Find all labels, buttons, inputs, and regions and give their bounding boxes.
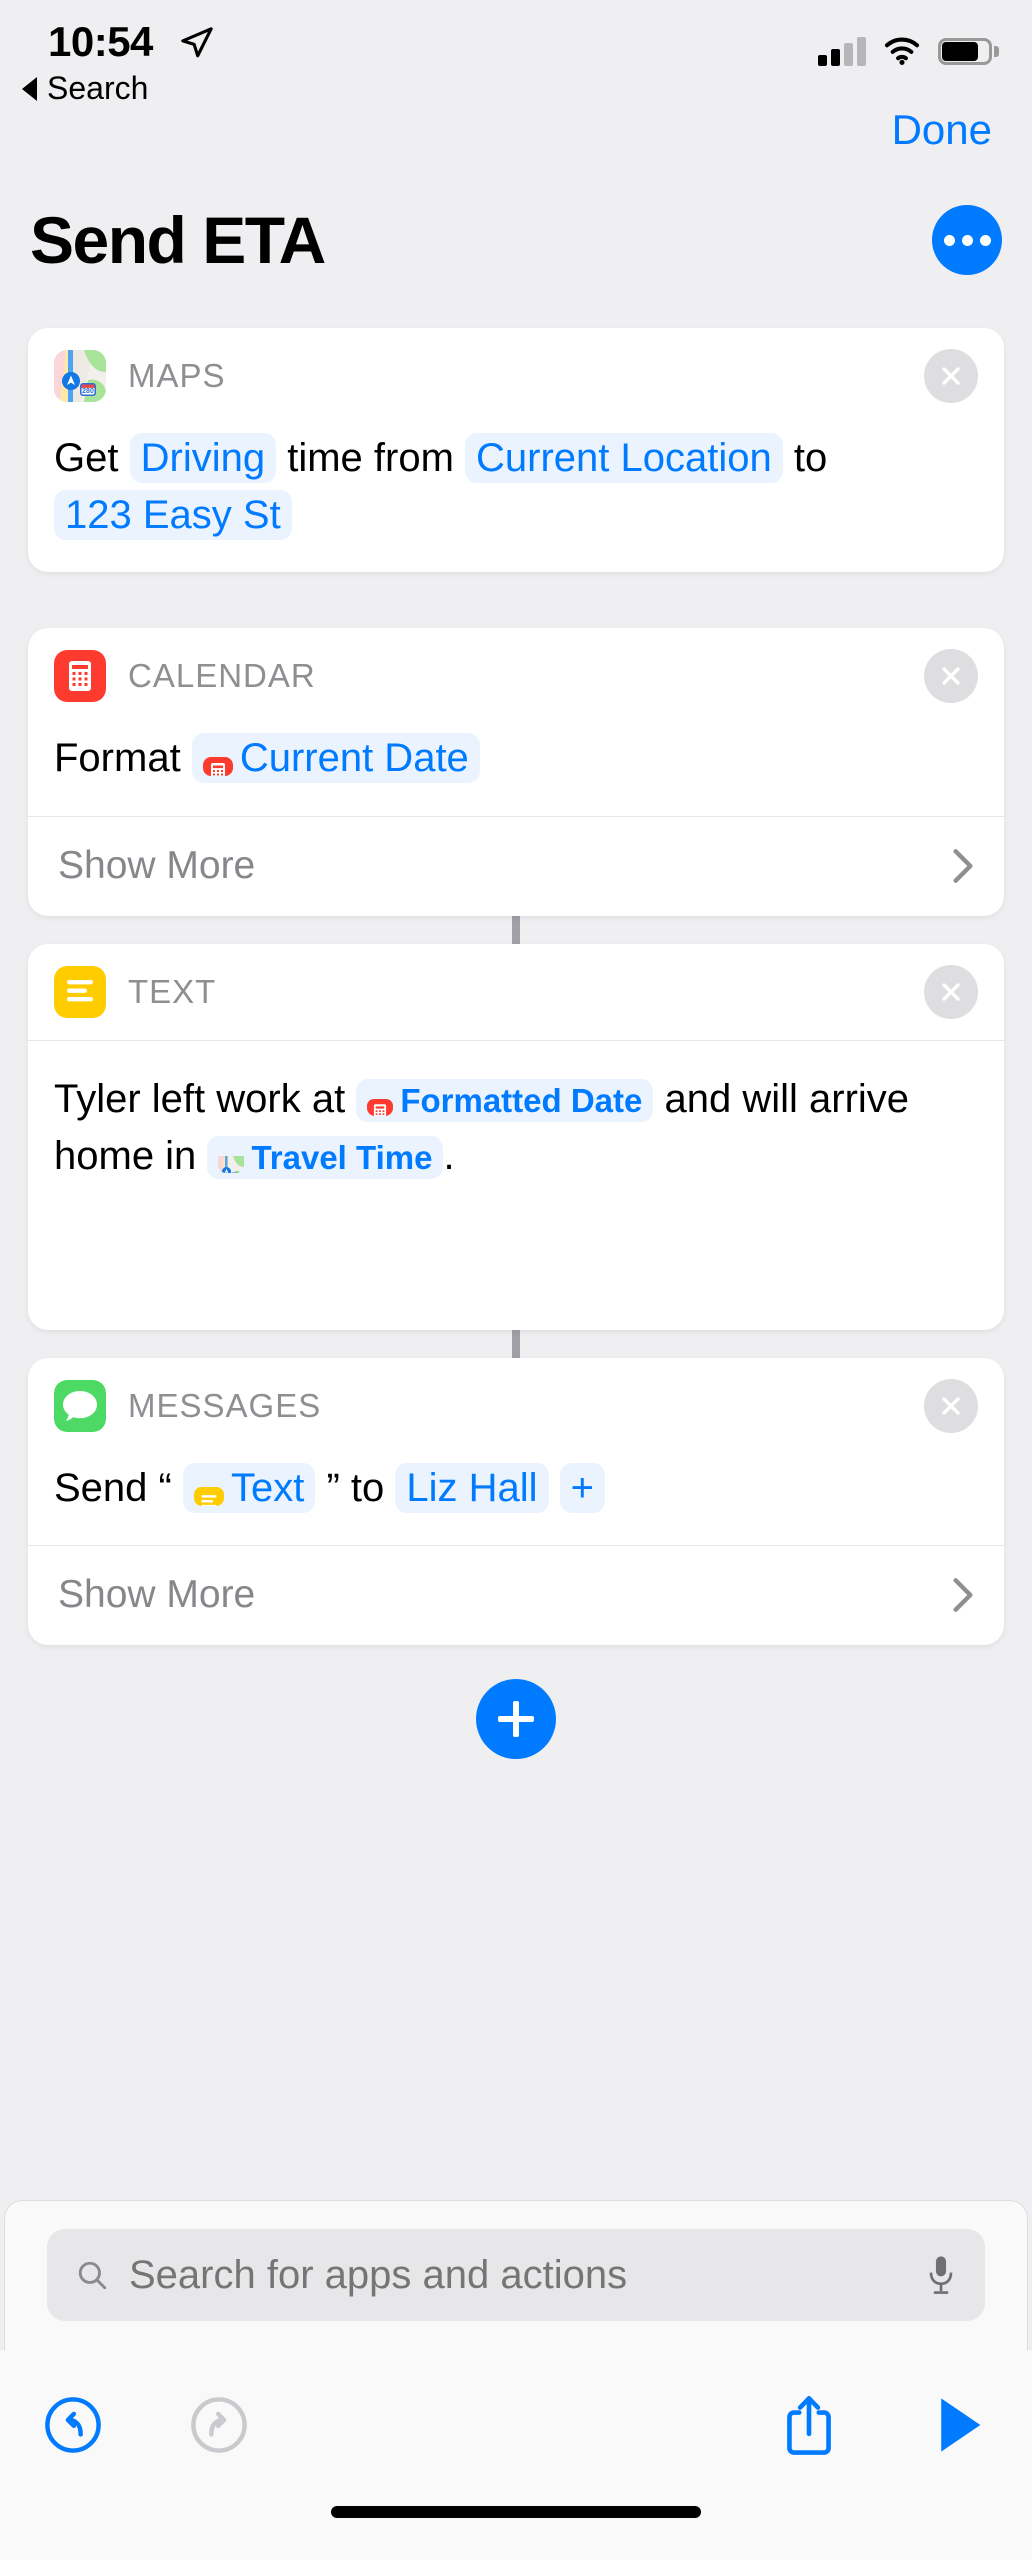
action-list: 280 MAPS Get Driving time from Current L… [0, 310, 1032, 2200]
calendar-icon [202, 746, 233, 777]
search-input[interactable] [129, 2252, 905, 2298]
maps-icon [218, 1147, 245, 1173]
status-bar: 10:54 Search [0, 0, 1032, 106]
close-icon[interactable] [924, 349, 978, 403]
action-text: . [443, 1133, 455, 1178]
back-triangle-icon [22, 76, 37, 101]
location-arrow-icon [181, 27, 213, 58]
action-card-header: 280 MAPS [28, 328, 1004, 424]
action-token-recipient[interactable]: Liz Hall [395, 1462, 549, 1513]
cellular-bars-icon [818, 36, 866, 66]
token-label: Text [230, 1465, 305, 1510]
action-text: Format [54, 736, 181, 781]
action-card-calendar[interactable]: CALENDAR Format Current Date Show More [28, 628, 1004, 916]
toolbar-left-group [44, 2393, 248, 2457]
action-app-label: TEXT [128, 972, 217, 1010]
battery-icon [938, 37, 999, 65]
title-row: Send ETA [0, 170, 1032, 310]
maps-icon: 280 [54, 350, 106, 402]
home-indicator[interactable] [331, 2506, 701, 2518]
action-card-maps[interactable]: 280 MAPS Get Driving time from Current L… [28, 328, 1004, 573]
messages-icon [54, 1379, 106, 1432]
action-token-travel-time[interactable]: Travel Time [207, 1135, 444, 1179]
navigation-bar: Done [0, 100, 1032, 170]
action-card-body[interactable]: Send “ Text ” to Liz Hall + [28, 1454, 1004, 1545]
action-text: Send “ [54, 1465, 172, 1510]
bottom-toolbar [0, 2350, 1032, 2500]
redo-icon [191, 2397, 247, 2453]
page-title: Send ETA [30, 203, 326, 277]
show-more-row[interactable]: Show More [28, 815, 1004, 916]
action-card-header: MESSAGES [28, 1358, 1004, 1454]
svg-text:280: 280 [82, 388, 94, 395]
add-action-wrap [0, 1678, 1032, 1759]
search-field[interactable] [47, 2229, 985, 2321]
add-recipient-button[interactable]: + [559, 1462, 606, 1513]
action-app-label: MESSAGES [128, 1386, 322, 1424]
action-card-body[interactable]: Tyler left work at Formatted Date and wi… [28, 1039, 1004, 1330]
ellipsis-icon [979, 234, 991, 246]
action-text: Tyler left work at [54, 1076, 346, 1121]
calendar-icon [54, 650, 106, 703]
play-icon[interactable] [930, 2393, 988, 2457]
action-token-text[interactable]: Text [182, 1462, 316, 1513]
action-connector [512, 915, 520, 944]
add-action-button[interactable] [476, 1678, 556, 1759]
text-icon [54, 965, 106, 1018]
action-token-driving[interactable]: Driving [129, 433, 277, 483]
token-label: Formatted Date [400, 1081, 643, 1119]
text-icon [193, 1476, 224, 1506]
action-connector [512, 1329, 520, 1358]
action-app-label: MAPS [128, 357, 226, 394]
share-icon[interactable] [780, 2393, 838, 2457]
action-token-destination[interactable]: 123 Easy St [54, 490, 292, 541]
chevron-right-icon [953, 1578, 973, 1613]
token-label: Current Date [239, 736, 469, 781]
toolbar-right-group [780, 2393, 988, 2457]
show-more-row[interactable]: Show More [28, 1544, 1004, 1645]
show-more-label: Show More [58, 1573, 256, 1617]
action-text: time from [287, 436, 454, 480]
token-label: Travel Time [251, 1138, 433, 1176]
calendar-icon [367, 1090, 394, 1116]
action-card-header: TEXT [28, 944, 1004, 1040]
close-icon[interactable] [924, 649, 978, 704]
status-bar-indicators [818, 36, 999, 66]
ellipsis-icon [943, 234, 955, 246]
undo-icon[interactable] [44, 2393, 102, 2457]
action-card-text[interactable]: TEXT Tyler left work at Formatted Date a… [28, 943, 1004, 1330]
action-card-body[interactable]: Get Driving time from Current Location t… [28, 424, 1004, 572]
action-text: to [793, 436, 828, 480]
more-options-button[interactable] [932, 205, 1002, 275]
close-icon[interactable] [924, 964, 978, 1019]
action-text: Get [54, 436, 119, 480]
action-card-messages[interactable]: MESSAGES Send “ Text ” to Liz Hall + Sho… [28, 1357, 1004, 1645]
done-button[interactable]: Done [892, 106, 992, 154]
show-more-label: Show More [58, 844, 256, 888]
card-gap [0, 572, 1032, 628]
home-indicator-area [0, 2500, 1032, 2560]
chevron-right-icon [953, 849, 973, 883]
action-card-body[interactable]: Format Current Date [28, 724, 1004, 815]
shortcuts-editor-screen: 10:54 Search Done Send ETA 280 MAPS Get … [0, 0, 1032, 2560]
action-app-label: CALENDAR [128, 657, 316, 695]
action-card-header: CALENDAR [28, 628, 1004, 724]
search-icon [78, 2261, 107, 2290]
action-text: ” to [326, 1465, 385, 1510]
action-token-current-location[interactable]: Current Location [465, 433, 783, 483]
ellipsis-icon [961, 234, 973, 246]
wifi-icon [884, 37, 920, 65]
search-panel [4, 2200, 1028, 2350]
action-token-current-date[interactable]: Current Date [191, 733, 480, 784]
microphone-icon[interactable] [925, 2253, 957, 2297]
status-bar-time: 10:54 [48, 18, 153, 65]
close-icon[interactable] [924, 1378, 978, 1433]
action-token-formatted-date[interactable]: Formatted Date [356, 1078, 654, 1122]
